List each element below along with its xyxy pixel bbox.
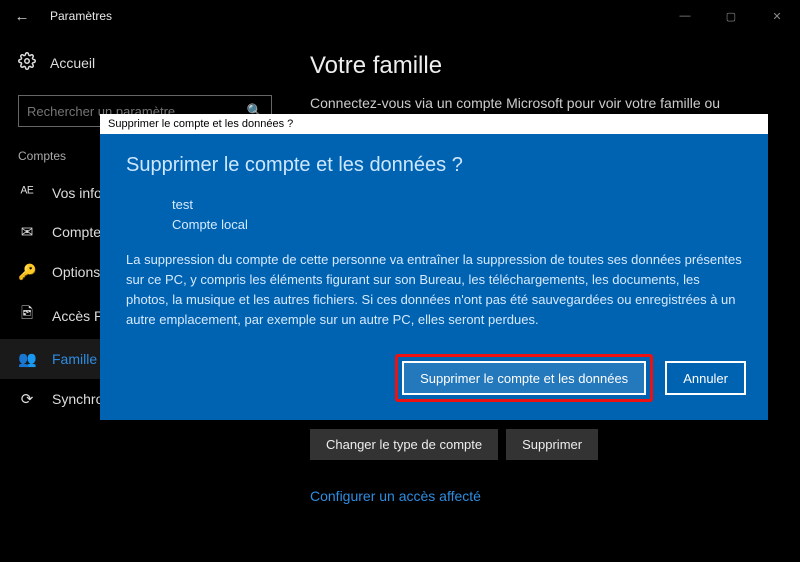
confirm-delete-button[interactable]: Supprimer le compte et les données — [402, 361, 646, 395]
modal-account-name: test — [172, 195, 742, 215]
window-controls: — ▢ ✕ — [662, 0, 800, 32]
modal-buttons: Supprimer le compte et les données Annul… — [395, 354, 746, 402]
maximize-button[interactable]: ▢ — [708, 0, 754, 32]
person-icon: ᴬᴱ — [18, 184, 36, 201]
gear-icon — [18, 52, 36, 73]
highlight-box: Supprimer le compte et les données — [395, 354, 653, 402]
window-title: Paramètres — [38, 9, 112, 23]
cancel-button[interactable]: Annuler — [665, 361, 746, 395]
key-icon: 🔑 — [18, 263, 36, 281]
modal-body-text: La suppression du compte de cette person… — [126, 250, 742, 331]
close-button[interactable]: ✕ — [754, 0, 800, 32]
mail-icon: ✉ — [18, 223, 36, 241]
page-title: Votre famille — [310, 52, 780, 80]
sync-icon: ⟳ — [18, 390, 36, 408]
modal-titlebar-text: Supprimer le compte et les données ? — [108, 118, 293, 130]
modal-account-info: test Compte local — [126, 195, 742, 234]
assigned-access-link[interactable]: Configurer un accès affecté — [310, 488, 780, 504]
change-account-type-button[interactable]: Changer le type de compte — [310, 429, 498, 460]
remove-account-button[interactable]: Supprimer — [506, 429, 598, 460]
modal-account-type: Compte local — [172, 215, 742, 235]
sidebar-home[interactable]: Accueil — [0, 44, 290, 81]
minimize-button[interactable]: — — [662, 0, 708, 32]
modal-titlebar: Supprimer le compte et les données ? — [100, 114, 768, 134]
titlebar: ← Paramètres — ▢ ✕ — [0, 0, 800, 32]
modal-title: Supprimer le compte et les données ? — [126, 154, 742, 177]
sidebar-home-label: Accueil — [50, 55, 95, 71]
people-icon: 👥 — [18, 350, 36, 368]
delete-account-modal: Supprimer le compte et les données ? tes… — [100, 134, 768, 420]
briefcase-icon: 🖻 — [18, 303, 36, 328]
back-button[interactable]: ← — [6, 0, 38, 32]
page-description: Connectez-vous via un compte Microsoft p… — [310, 94, 780, 114]
account-buttons: Changer le type de compte Supprimer — [310, 429, 780, 460]
